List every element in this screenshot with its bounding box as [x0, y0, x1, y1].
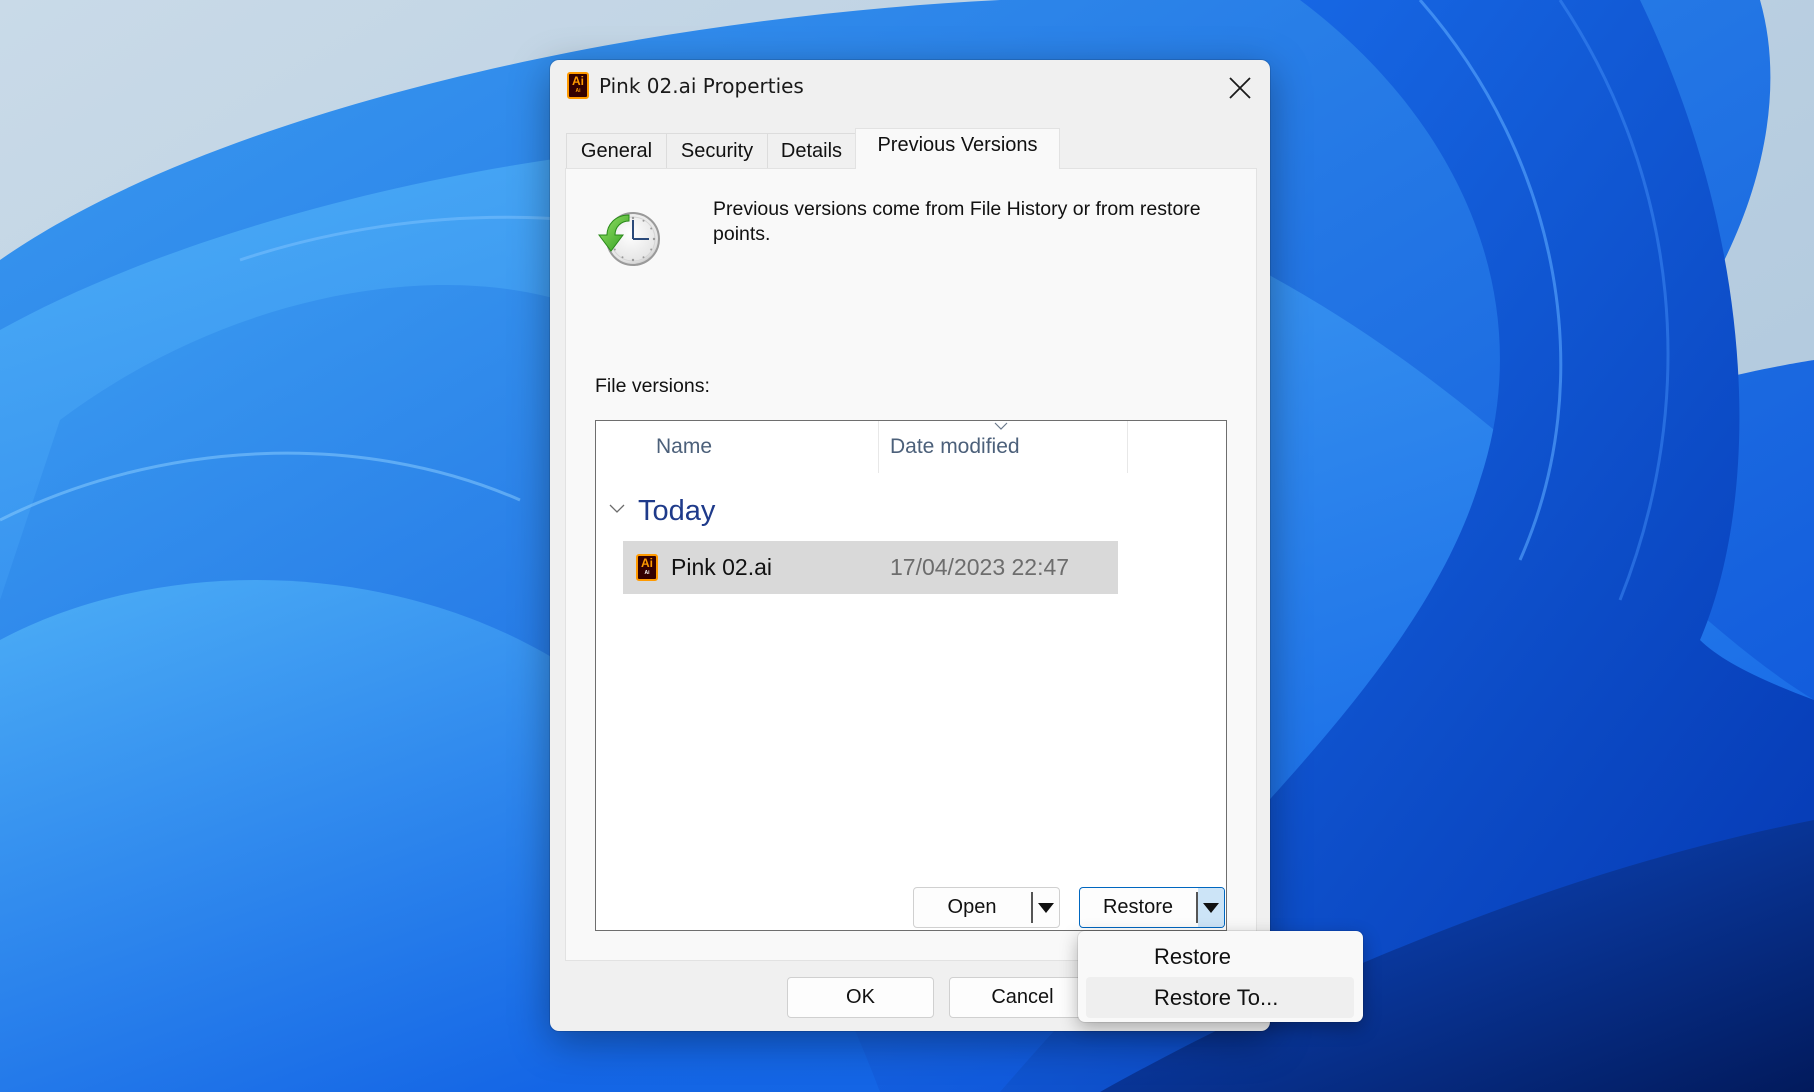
menu-item-restore-to[interactable]: Restore To...	[1086, 977, 1354, 1018]
open-dropdown-button[interactable]	[1033, 888, 1059, 927]
title-bar[interactable]: Ai Ai Pink 02.ai Properties	[550, 60, 1270, 116]
tab-strip: General Security Details Previous Versio…	[566, 128, 1266, 169]
restore-dropdown-button[interactable]	[1198, 888, 1224, 927]
open-button[interactable]: Open	[914, 888, 1030, 927]
open-split-button[interactable]: Open	[913, 887, 1060, 928]
restore-clock-icon	[598, 212, 660, 266]
restore-split-button[interactable]: Restore	[1079, 887, 1225, 928]
file-name: Pink 02.ai	[671, 554, 773, 580]
list-item[interactable]: Ai Ai Pink 02.ai 17/04/2023 22:47	[623, 541, 1118, 594]
previous-versions-panel: Previous versions come from File History…	[565, 168, 1257, 961]
ai-badge-small-text: Ai	[575, 88, 581, 94]
illustrator-file-icon: Ai Ai	[636, 554, 658, 581]
column-header-name[interactable]: Name	[656, 421, 876, 473]
restore-dropdown-menu: Restore Restore To...	[1078, 931, 1363, 1022]
ok-button[interactable]: OK	[787, 977, 934, 1018]
ai-badge-text: Ai	[572, 74, 584, 88]
tab-general[interactable]: General	[566, 133, 667, 168]
restore-button[interactable]: Restore	[1080, 888, 1196, 927]
sort-descending-icon	[994, 422, 1008, 430]
tab-security[interactable]: Security	[666, 133, 768, 168]
close-icon	[1229, 77, 1251, 99]
tab-previous-versions[interactable]: Previous Versions	[855, 128, 1060, 169]
file-date-modified: 17/04/2023 22:47	[890, 554, 1070, 580]
group-label: Today	[638, 495, 716, 527]
dropdown-arrow-icon	[1038, 902, 1054, 913]
dropdown-arrow-icon	[1203, 902, 1219, 913]
tab-details[interactable]: Details	[767, 133, 856, 168]
column-divider[interactable]	[1127, 421, 1128, 473]
info-text: Previous versions come from File History…	[713, 198, 1201, 245]
ai-badge-small-text: Ai	[644, 570, 650, 576]
file-versions-list[interactable]: Name Date modified Today Ai Ai Pink 02.a…	[595, 420, 1227, 931]
cancel-button[interactable]: Cancel	[949, 977, 1096, 1018]
illustrator-file-icon: Ai Ai	[567, 72, 589, 99]
properties-dialog: Ai Ai Pink 02.ai Properties General Secu…	[550, 60, 1270, 1031]
ai-badge-text: Ai	[641, 556, 653, 570]
menu-item-restore[interactable]: Restore	[1086, 936, 1354, 977]
dialog-title: Pink 02.ai Properties	[599, 74, 804, 98]
file-versions-label: File versions:	[595, 375, 710, 397]
column-divider[interactable]	[878, 421, 879, 473]
close-button[interactable]	[1210, 60, 1270, 116]
chevron-down-icon	[609, 504, 625, 513]
